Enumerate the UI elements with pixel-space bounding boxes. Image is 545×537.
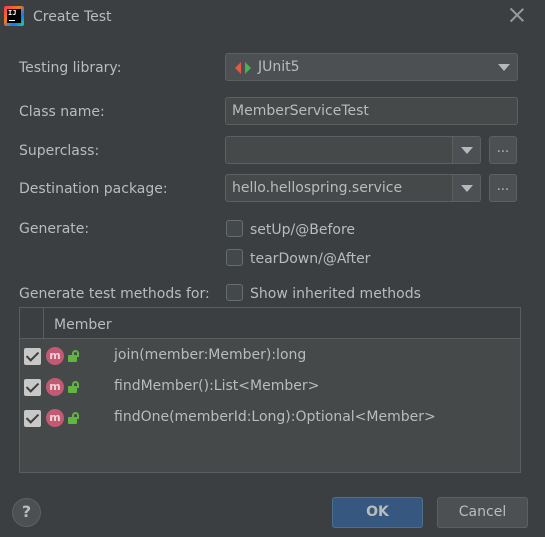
destination-package-label: Destination package:: [19, 181, 168, 197]
method-signature: findOne(memberId:Long):Optional<Member>: [114, 409, 436, 425]
superclass-browse-button[interactable]: ...: [489, 136, 517, 164]
lock-icon: [68, 412, 80, 424]
members-table[interactable]: Member m join(member:Member):long m find…: [19, 307, 521, 473]
teardown-checkbox[interactable]: [226, 249, 243, 266]
setup-label[interactable]: setUp/@Before: [250, 222, 355, 238]
close-icon[interactable]: [508, 6, 526, 24]
dialog-title: Create Test: [33, 9, 112, 25]
row-checkbox[interactable]: [24, 379, 41, 396]
table-row[interactable]: m findMember():List<Member>: [20, 372, 520, 402]
method-icon: m: [46, 409, 64, 427]
generate-label: Generate:: [19, 221, 90, 237]
class-name-label: Class name:: [19, 104, 105, 120]
destination-dropdown-button[interactable]: [452, 175, 480, 201]
junit-icon: [235, 62, 251, 74]
show-inherited-label[interactable]: Show inherited methods: [250, 286, 421, 302]
teardown-label[interactable]: tearDown/@After: [250, 251, 370, 267]
superclass-combo[interactable]: [225, 136, 481, 164]
method-signature: findMember():List<Member>: [114, 378, 320, 394]
table-row[interactable]: m findOne(memberId:Long):Optional<Member…: [20, 403, 520, 433]
method-signature: join(member:Member):long: [114, 347, 307, 363]
table-header: Member: [20, 308, 520, 339]
help-button[interactable]: ?: [12, 498, 41, 527]
superclass-label: Superclass:: [19, 143, 100, 159]
table-row[interactable]: m join(member:Member):long: [20, 341, 520, 371]
testing-library-value: JUnit5: [258, 59, 300, 75]
ok-button[interactable]: OK: [332, 497, 423, 528]
lock-icon: [68, 381, 80, 393]
destination-package-value: hello.hellospring.service: [232, 180, 403, 196]
generate-methods-label: Generate test methods for:: [19, 286, 210, 302]
row-checkbox[interactable]: [24, 348, 41, 365]
method-icon: m: [46, 347, 64, 365]
destination-browse-button[interactable]: ...: [489, 174, 517, 202]
cancel-button[interactable]: Cancel: [437, 497, 528, 528]
intellij-app-icon: IJ: [4, 6, 24, 26]
chevron-down-icon: [461, 147, 473, 154]
method-icon: m: [46, 378, 64, 396]
chevron-down-icon: [498, 64, 510, 71]
show-inherited-checkbox[interactable]: [226, 284, 243, 301]
setup-checkbox[interactable]: [226, 220, 243, 237]
lock-icon: [68, 350, 80, 362]
superclass-dropdown-button[interactable]: [452, 137, 480, 163]
class-name-input[interactable]: MemberServiceTest: [225, 97, 518, 125]
chevron-down-icon: [461, 185, 473, 192]
member-column-header[interactable]: Member: [54, 317, 112, 333]
destination-package-combo[interactable]: hello.hellospring.service: [225, 174, 481, 202]
testing-library-label: Testing library:: [19, 60, 122, 76]
testing-library-select[interactable]: JUnit5: [225, 53, 518, 81]
row-checkbox[interactable]: [24, 410, 41, 427]
